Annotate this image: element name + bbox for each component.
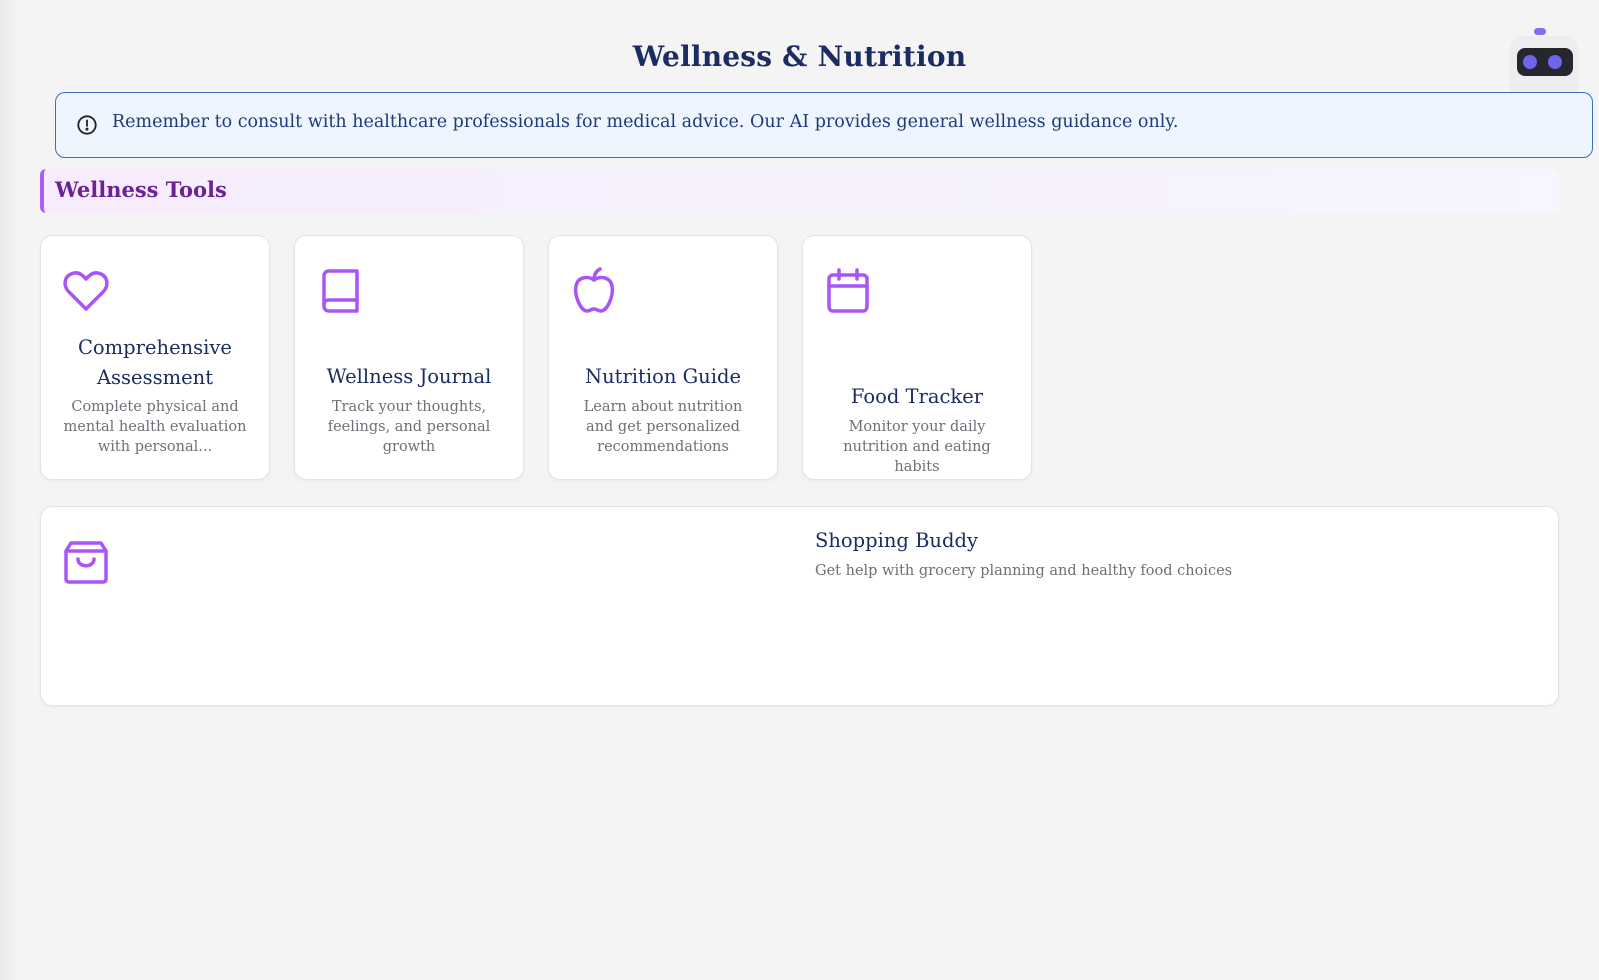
heart-icon: [63, 271, 109, 311]
shopping-buddy-title: Shopping Buddy: [815, 529, 978, 552]
disclaimer-text: Remember to consult with healthcare prof…: [112, 112, 1179, 132]
shopping-bag-icon: [64, 541, 108, 584]
tool-card-description: Monitor your daily nutrition and eating …: [843, 419, 991, 475]
shopping-buddy-description: Get help with grocery planning and healt…: [815, 563, 1233, 579]
tool-card-nutrition-guide[interactable]: Nutrition Guide Learn about nutrition an…: [548, 235, 778, 480]
section-title: Wellness Tools: [55, 177, 227, 202]
tool-card-title: Food Tracker: [850, 385, 984, 408]
alert-circle-icon: [77, 115, 97, 135]
book-icon: [322, 269, 359, 313]
apple-icon: [573, 267, 615, 313]
page-title: Wellness & Nutrition: [632, 40, 967, 73]
page-left-edge: [0, 0, 18, 980]
tool-card-comprehensive-assessment[interactable]: Comprehensive Assessment Complete physic…: [40, 235, 270, 480]
tool-card-title: Nutrition Guide: [585, 365, 741, 388]
calendar-icon: [827, 268, 869, 313]
tool-card-wellness-journal[interactable]: Wellness Journal Track your thoughts, fe…: [294, 235, 524, 480]
tool-card-description: Track your thoughts, feelings, and perso…: [327, 399, 491, 455]
disclaimer-banner: Remember to consult with healthcare prof…: [55, 92, 1593, 158]
tool-card-food-tracker[interactable]: Food Tracker Monitor your daily nutritio…: [802, 235, 1032, 480]
tool-card-description: Learn about nutrition and get personaliz…: [583, 399, 743, 455]
tool-card-shopping-buddy[interactable]: Shopping Buddy Get help with grocery pla…: [40, 506, 1559, 706]
tool-card-title: Wellness Journal: [326, 365, 492, 388]
section-header: Wellness Tools: [40, 169, 1559, 213]
tool-card-title: Comprehensive Assessment: [78, 336, 232, 389]
tool-card-description: Complete physical and mental health eval…: [63, 399, 247, 455]
